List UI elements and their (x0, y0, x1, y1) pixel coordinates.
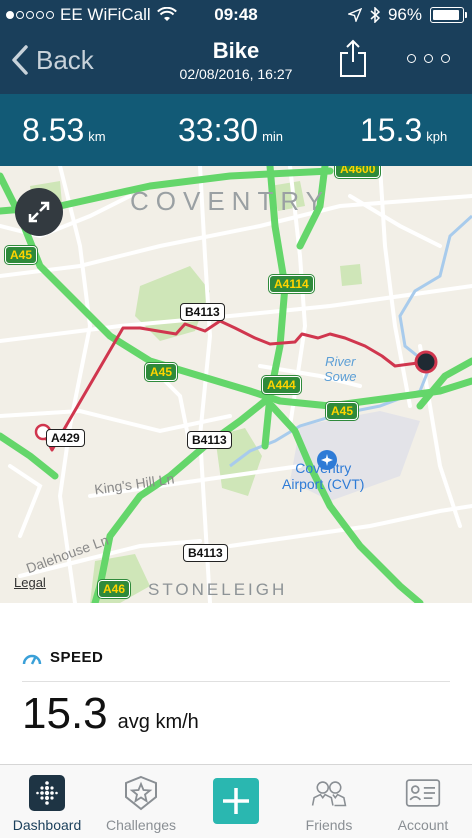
airport-plane-icon (317, 450, 337, 470)
speed-stat-value: 15.3 (360, 112, 423, 148)
activity-title-block: Bike 02/08/2016, 16:27 (0, 38, 472, 82)
tab-label: Friends (305, 817, 353, 833)
tab-label: Account (397, 817, 449, 833)
speed-heading: SPEED (50, 649, 104, 666)
top-bar: EE WiFiCall 09:48 96% Back Bike 02/08/20… (0, 0, 472, 94)
duration-value: 33:30 (178, 112, 259, 148)
distance-stat: 8.53 km (22, 112, 106, 149)
speed-section: SPEED 15.3 avg km/h (0, 603, 472, 763)
expand-arrows-icon (28, 201, 50, 223)
more-options-button[interactable] (407, 54, 450, 63)
speed-stat: 15.3 kph (360, 112, 447, 149)
route-map[interactable]: COVENTRY STONELEIGH River Sowe Coventry … (0, 166, 472, 603)
distance-value: 8.53 (22, 112, 85, 148)
avg-speed-value: 15.3 (22, 689, 108, 738)
share-icon[interactable] (338, 38, 368, 78)
tab-account[interactable]: Account (378, 775, 468, 833)
stats-summary: 8.53 km 33:30 min 15.3 kph (0, 94, 472, 166)
challenges-star-icon (123, 775, 159, 811)
road-label-a444: A444 (262, 376, 301, 394)
activity-datetime: 02/08/2016, 16:27 (179, 66, 293, 82)
tab-label: Dashboard (12, 817, 82, 833)
plus-icon (223, 788, 249, 814)
road-label-a4114: A4114 (269, 275, 314, 293)
location-arrow-icon (347, 8, 362, 22)
route-end-marker (414, 350, 438, 374)
avg-speed: 15.3 avg km/h (22, 689, 199, 739)
map-area-label: STONELEIGH (148, 580, 288, 599)
route-path (41, 319, 427, 452)
road-label-a45: A45 (145, 363, 178, 381)
tab-label: Challenges (105, 817, 177, 833)
speed-stat-unit: kph (426, 129, 448, 144)
avg-speed-unit: avg km/h (117, 711, 199, 733)
expand-map-button[interactable] (15, 188, 63, 236)
page-title: Bike (212, 38, 260, 63)
tab-bar: Dashboard Challenges Friends Account (0, 764, 472, 838)
road-label-a45: A45 (5, 246, 38, 264)
road-label-b4113: B4113 (183, 544, 228, 562)
road-label-b4113: B4113 (180, 303, 225, 321)
road-label-a4600: A4600 (335, 166, 381, 178)
add-button[interactable] (213, 778, 259, 824)
map-legal-link[interactable]: Legal (14, 575, 46, 590)
map-city-label: COVENTRY (130, 186, 330, 216)
road-label-a45: A45 (326, 402, 359, 420)
status-bar: EE WiFiCall 09:48 96% (0, 0, 472, 30)
dashboard-icon (29, 775, 65, 811)
battery-icon (430, 7, 467, 23)
duration-unit: min (262, 129, 284, 144)
distance-unit: km (88, 129, 106, 144)
divider (22, 681, 450, 682)
account-card-icon (405, 775, 441, 811)
battery-percent: 96% (387, 5, 422, 24)
friends-icon (311, 775, 347, 811)
bluetooth-icon (370, 7, 380, 23)
speed-header: SPEED (22, 649, 103, 666)
duration-stat: 33:30 min (178, 112, 283, 149)
road-label-a46: A46 (98, 580, 131, 598)
nav-bar: Back Bike 02/08/2016, 16:27 (0, 30, 472, 94)
tab-friends[interactable]: Friends (284, 775, 374, 833)
road-label-a429: A429 (46, 429, 85, 447)
tab-challenges[interactable]: Challenges (96, 775, 186, 833)
route-layer (34, 319, 438, 452)
map-river-label: River Sowe (324, 354, 357, 384)
speedometer-icon (22, 654, 42, 665)
tab-dashboard[interactable]: Dashboard (2, 775, 92, 833)
road-label-b4113: B4113 (187, 431, 232, 449)
